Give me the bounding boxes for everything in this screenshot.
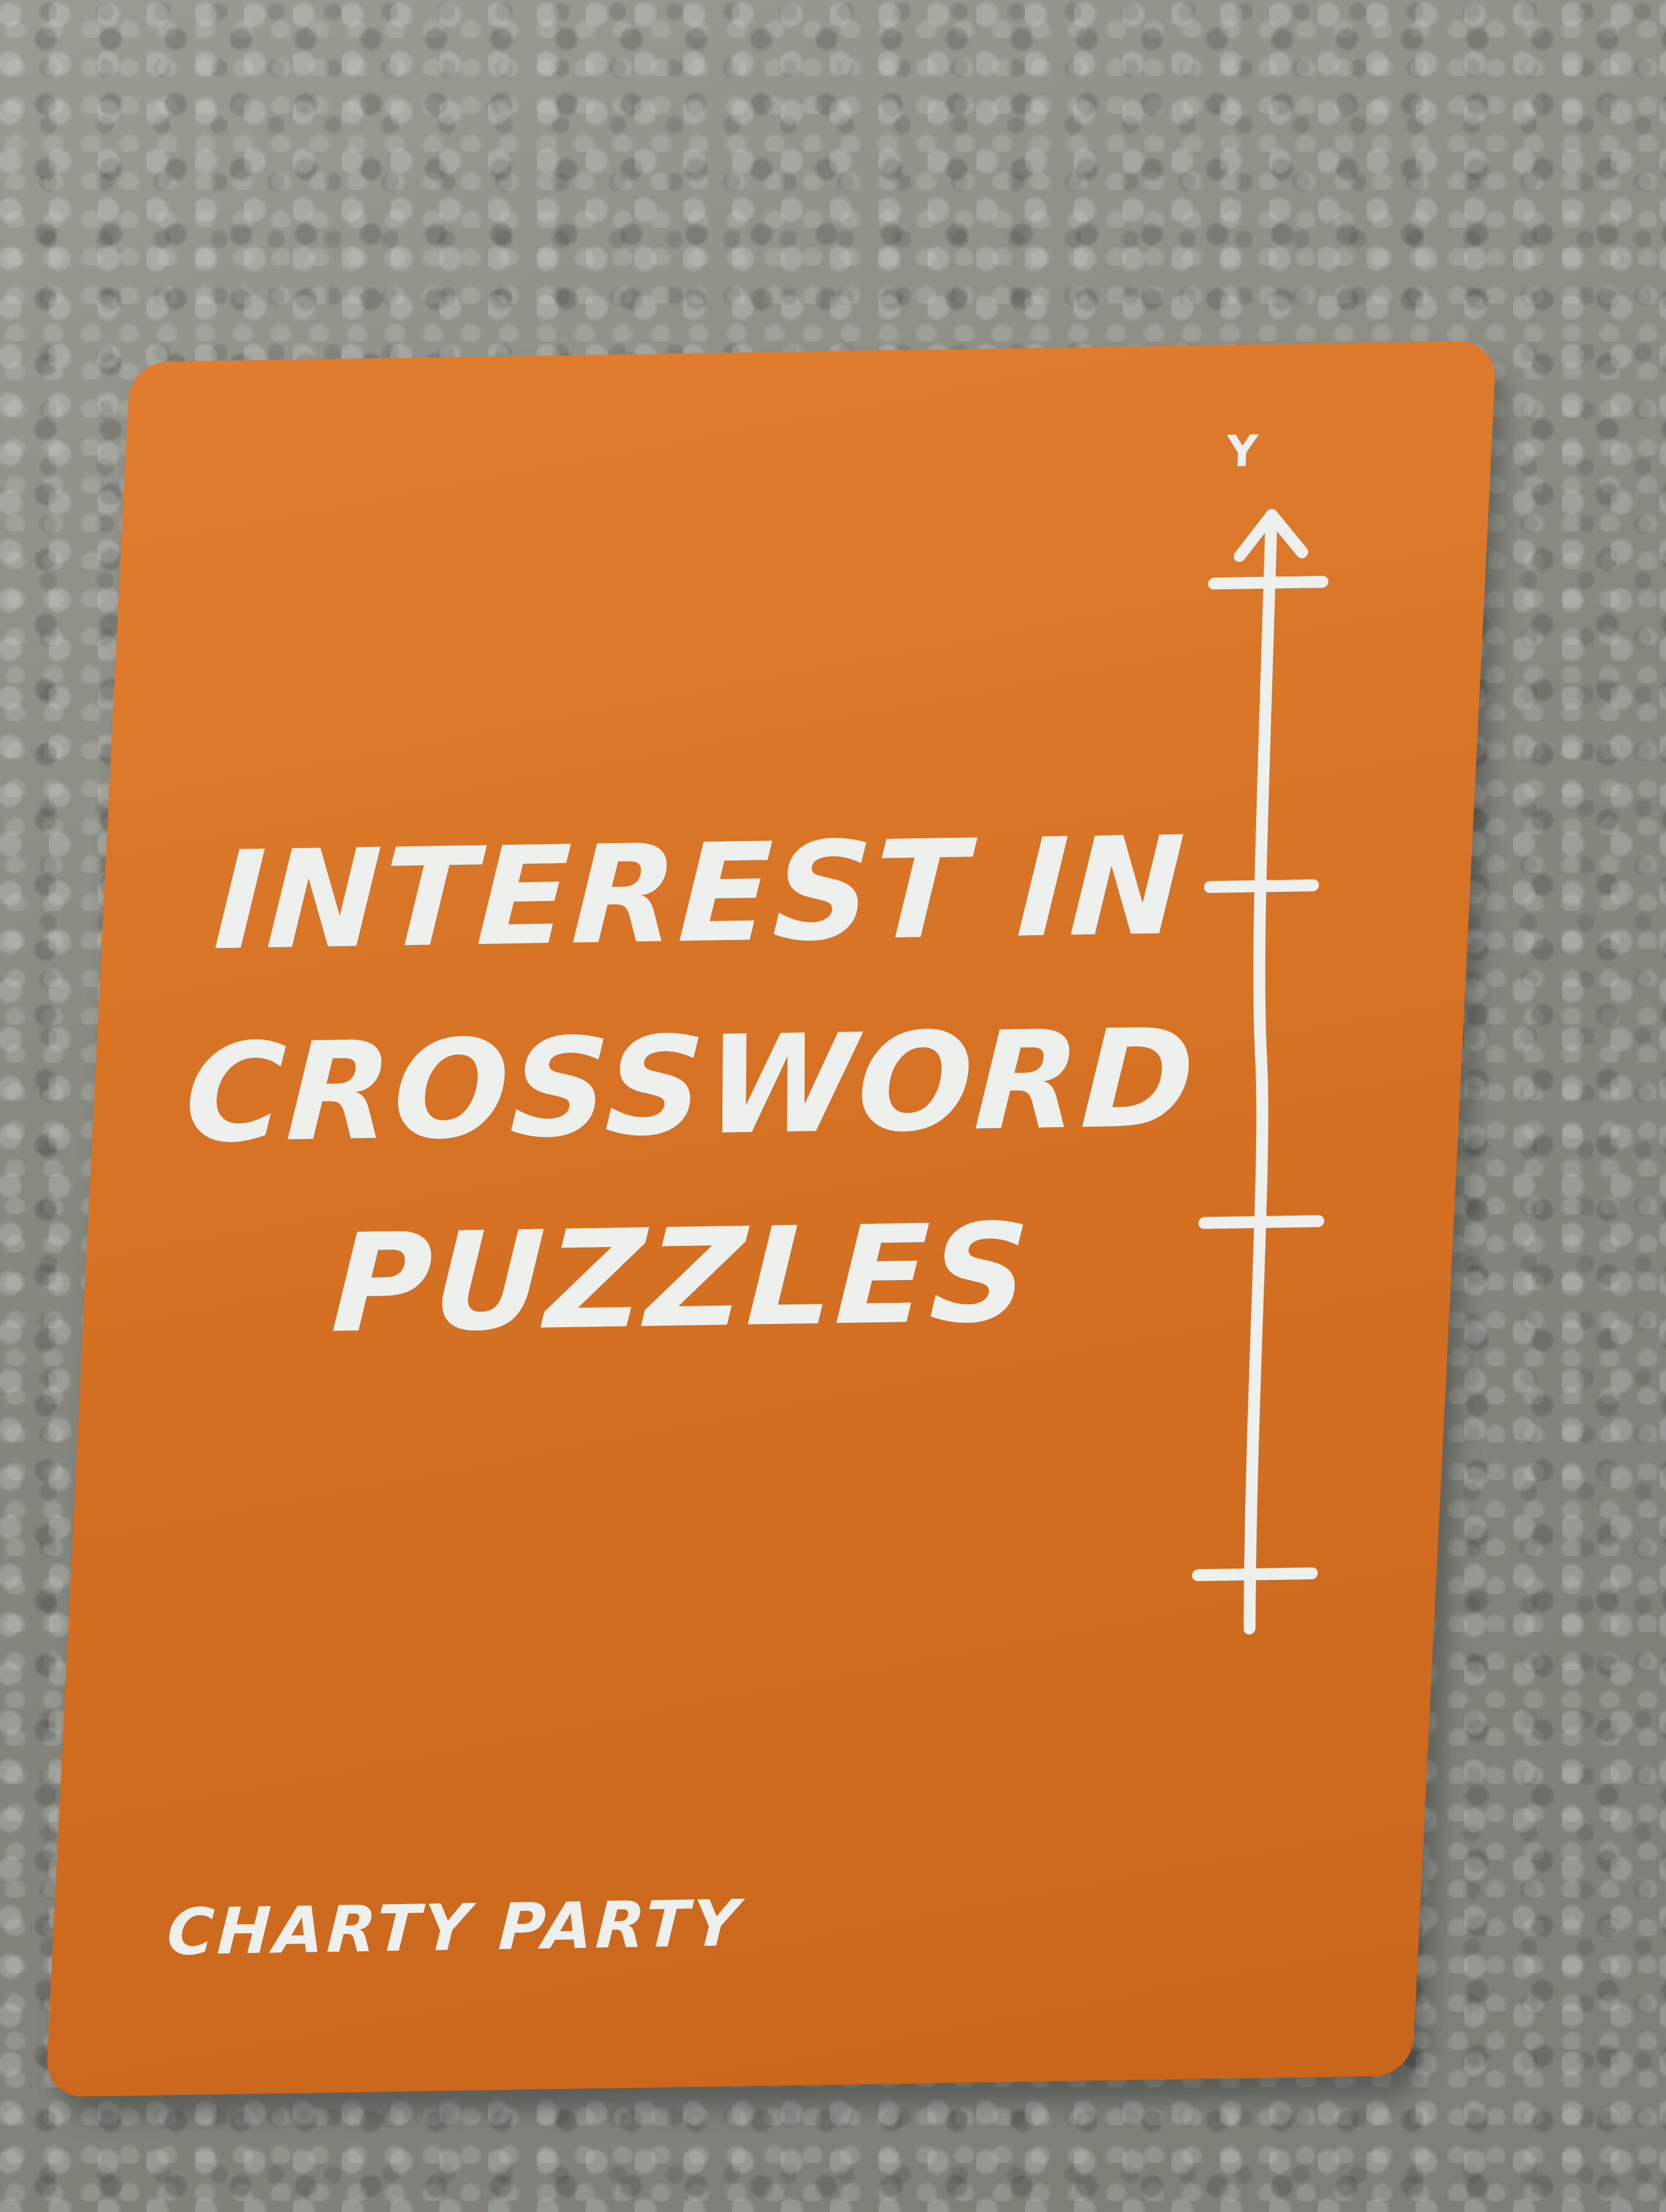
y-axis-line xyxy=(1244,511,1278,1635)
y-axis-tick xyxy=(1208,576,1329,590)
card-title: INTEREST IN CROSSWORD PUZZLES xyxy=(156,789,1226,1383)
y-axis-tick xyxy=(1204,879,1319,893)
photo-background: { "card": { "title_lines": ["INTEREST IN… xyxy=(0,0,1666,2212)
carpet-surface: INTEREST IN CROSSWORD PUZZLES Y CHARTY P… xyxy=(0,0,1666,2212)
y-axis-tick xyxy=(1191,1567,1318,1581)
card-title-line: INTEREST IN xyxy=(210,807,1190,980)
game-card: INTEREST IN CROSSWORD PUZZLES Y CHARTY P… xyxy=(45,340,1497,2098)
card-title-line: PUZZLES xyxy=(328,1194,1035,1363)
brand-name: CHARTY PARTY xyxy=(165,1886,744,1970)
y-axis-drawing xyxy=(1191,509,1329,1635)
y-axis-tick xyxy=(1198,1215,1324,1229)
card-title-line: CROSSWORD xyxy=(181,999,1200,1173)
